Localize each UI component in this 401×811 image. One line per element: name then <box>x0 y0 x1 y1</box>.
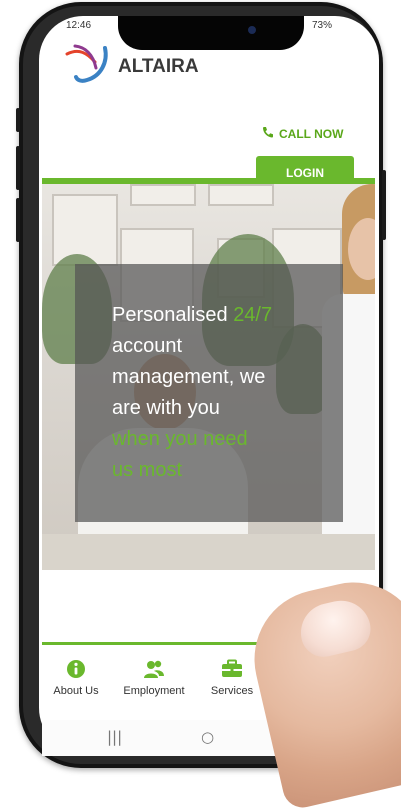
wall-frame <box>208 184 274 206</box>
hero-line2: account <box>112 335 183 357</box>
info-icon <box>67 660 85 678</box>
call-now-label: CALL NOW <box>279 126 344 141</box>
nav-label: Employment <box>123 685 185 697</box>
recent-apps-icon[interactable]: ||| <box>107 728 122 746</box>
status-time: 12:46 <box>66 20 92 31</box>
home-icon[interactable]: ○ <box>201 728 214 746</box>
nav-label: Services <box>210 685 254 697</box>
briefcase-icon <box>222 659 242 677</box>
status-battery: 73% <box>312 20 333 31</box>
hero-line6: us most <box>112 459 183 481</box>
hero-line4: are with you <box>112 397 220 419</box>
hero-headline: Personalised 24/7 account management, we… <box>112 300 332 486</box>
desk <box>42 534 375 570</box>
brand-name[interactable]: ALTAIRA <box>118 56 199 78</box>
front-camera <box>248 26 256 34</box>
phone-notch <box>118 16 304 50</box>
altaira-logo-icon[interactable] <box>65 44 113 86</box>
phone-icon <box>262 126 274 141</box>
phone-power-button <box>382 170 386 240</box>
nav-services[interactable]: Services <box>206 659 258 697</box>
wall-frame <box>130 184 196 206</box>
hero-line5: when you need <box>112 428 248 450</box>
call-now-link[interactable]: CALL NOW <box>262 126 343 141</box>
phone-volume-down-button <box>16 198 20 242</box>
hero-line1-white: Personalised <box>112 304 234 326</box>
hero-line1-green: 24/7 <box>233 304 273 326</box>
nav-employment[interactable]: Employment <box>116 659 192 697</box>
phone-side-button <box>16 108 20 132</box>
users-icon <box>144 660 164 678</box>
hero-line3: management, we <box>112 366 266 388</box>
nav-about-us[interactable]: About Us <box>50 659 102 697</box>
nav-label: About Us <box>53 685 99 697</box>
phone-volume-up-button <box>16 146 20 190</box>
